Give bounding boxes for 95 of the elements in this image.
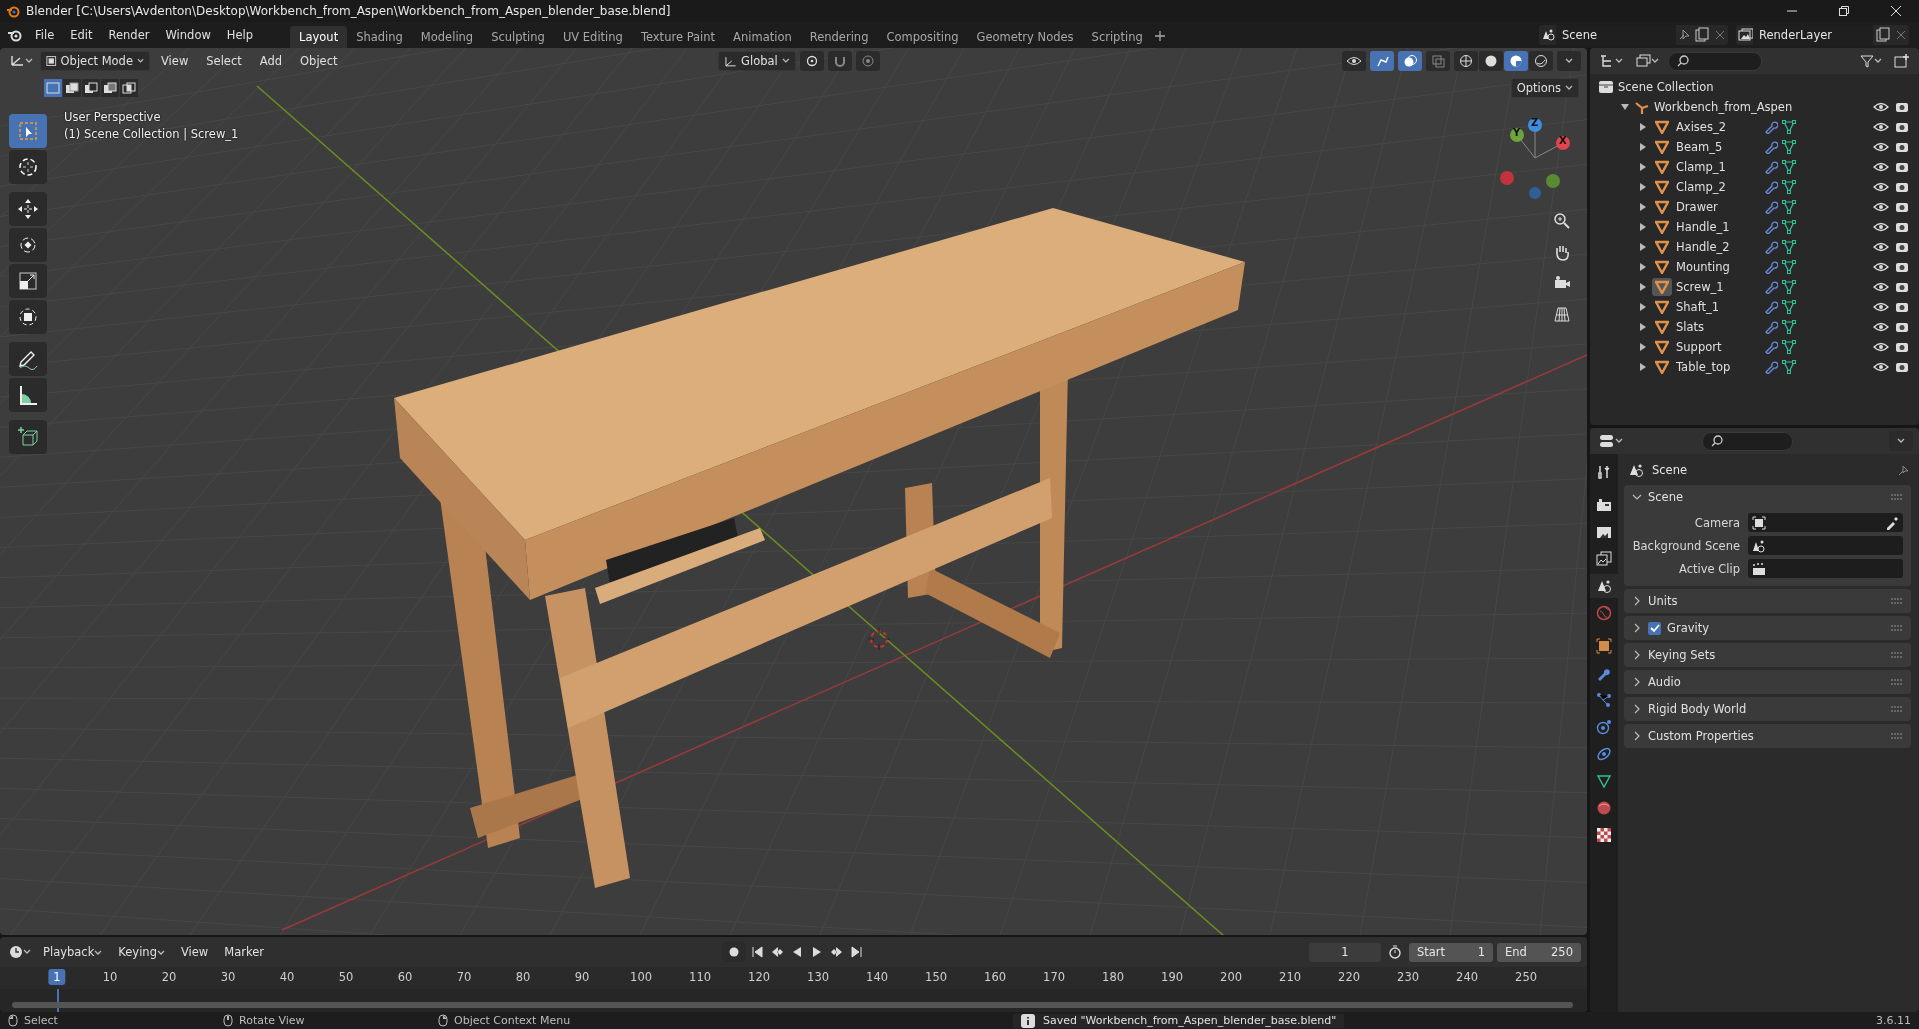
object-name[interactable]: Screw_1 — [1676, 280, 1746, 294]
frame-number: 160 — [984, 970, 1007, 984]
context-name: Scene — [1652, 463, 1689, 477]
frame-number: 60 — [397, 970, 413, 984]
frame-number: 10 — [102, 970, 118, 984]
frame-number: 70 — [456, 970, 472, 984]
axis-label: Z — [1531, 117, 1539, 128]
field-label: Active Clip — [1678, 561, 1740, 576]
axis-label: X — [1559, 135, 1567, 146]
menu-item[interactable]: View — [173, 942, 216, 962]
version-text: 3.6.11 — [1876, 1014, 1911, 1027]
object-name[interactable]: Clamp_1 — [1676, 160, 1746, 174]
object-name[interactable]: Workbench_from_Aspen — [1654, 100, 1793, 114]
workspace-tab[interactable]: Layout — [290, 26, 348, 48]
panel-header[interactable]: Gravity — [1624, 616, 1911, 640]
menu-item[interactable]: Playback — [36, 942, 110, 962]
workspace-tab[interactable]: Scripting — [1082, 26, 1152, 48]
object-name[interactable]: Mounting — [1676, 260, 1746, 274]
menu-item[interactable]: View — [154, 51, 196, 71]
frame-number: 200 — [1220, 970, 1243, 984]
frame-number: 120 — [748, 970, 771, 984]
scene-selector[interactable]: Scene — [1539, 25, 1728, 45]
workspace-tab[interactable]: Texture Paint — [631, 26, 725, 48]
object-name[interactable]: Handle_1 — [1676, 220, 1746, 234]
frame-number: 210 — [1279, 970, 1302, 984]
frame-number: 30 — [220, 970, 236, 984]
menu-item[interactable]: Help — [219, 25, 261, 45]
axis-label: Y — [1513, 127, 1521, 138]
menu-item[interactable]: Add — [252, 51, 290, 71]
frame-number: 190 — [1161, 970, 1184, 984]
mode-dropdown[interactable]: Object Mode — [40, 51, 150, 71]
status-message: Saved "Workbench_from_Aspen_blender_base.blend" — [1013, 1013, 1345, 1028]
frame-number: 20 — [161, 970, 177, 984]
object-name[interactable]: Axises_2 — [1676, 120, 1746, 134]
current-frame-field[interactable]: 1 — [1309, 942, 1381, 962]
frame-number: 130 — [807, 970, 830, 984]
panel-header[interactable]: Audio — [1624, 670, 1911, 694]
collection-name[interactable]: Scene Collection — [1618, 80, 1714, 94]
workspace-tab[interactable]: Rendering — [800, 26, 878, 48]
window-title: Blender [C:\Users\Avdenton\Desktop\Workbench_from_Aspen\Workbench_from_Aspen_blender_base.blend] — [26, 4, 672, 18]
status-hint: Rotate View — [239, 1014, 305, 1027]
frame-number: 250 — [1515, 970, 1538, 984]
frame-number: 90 — [574, 970, 590, 984]
object-name[interactable]: Clamp_2 — [1676, 180, 1746, 194]
field-label: Background Scene — [1631, 538, 1740, 553]
frame-number: 110 — [689, 970, 712, 984]
start-frame-field[interactable]: Start 1 — [1409, 942, 1493, 962]
menu-item[interactable]: Keying — [111, 942, 172, 962]
workspace-tab[interactable]: Sculpting — [482, 26, 554, 48]
frame-number: 170 — [1043, 970, 1066, 984]
workspace-tab[interactable]: Compositing — [877, 26, 968, 48]
menu-item[interactable]: Object — [293, 51, 345, 71]
frame-number: 180 — [1102, 970, 1125, 984]
panel-header[interactable]: Units — [1624, 589, 1911, 613]
workspace-tab[interactable]: UV Editing — [553, 26, 632, 48]
frame-number: 230 — [1397, 970, 1420, 984]
panel-header[interactable]: Custom Properties — [1624, 724, 1911, 748]
orientation-dropdown[interactable]: Global — [717, 51, 796, 71]
object-name[interactable]: Handle_2 — [1676, 240, 1746, 254]
menu-item[interactable]: Window — [158, 25, 218, 45]
frame-number: 80 — [515, 970, 531, 984]
status-hint: Object Context Menu — [454, 1014, 571, 1027]
options-dropdown[interactable]: Options — [1510, 78, 1579, 98]
viewport-info-text: (1) Scene Collection | Screw_1 — [64, 127, 239, 141]
object-name[interactable]: Drawer — [1676, 200, 1746, 214]
viewport-info-text: User Perspective — [64, 110, 162, 124]
view-layer-selector[interactable]: RenderLayer — [1736, 25, 1909, 45]
end-frame-field[interactable]: End 250 — [1497, 942, 1581, 962]
panel-header[interactable]: Rigid Body World — [1624, 697, 1911, 721]
menu-item[interactable]: Render — [101, 25, 157, 45]
workspace-tab[interactable]: Shading — [347, 26, 412, 48]
frame-number: 240 — [1456, 970, 1479, 984]
workspace-tab[interactable]: Animation — [724, 26, 801, 48]
object-name[interactable]: Shaft_1 — [1676, 300, 1746, 314]
frame-number: 100 — [630, 970, 653, 984]
workspace-tab[interactable]: Geometry Nodes — [967, 26, 1083, 48]
frame-number: 40 — [279, 970, 295, 984]
frame-number: 50 — [338, 970, 354, 984]
playhead-marker[interactable]: 1 — [48, 969, 66, 985]
menu-item[interactable]: Marker — [217, 942, 271, 962]
panel-header[interactable]: Keying Sets — [1624, 643, 1911, 667]
field-label: Camera — [1693, 515, 1740, 530]
frame-number: 150 — [925, 970, 948, 984]
workspace-tab[interactable]: Modeling — [411, 26, 483, 48]
menu-item[interactable]: File — [28, 25, 62, 45]
menu-item[interactable]: Select — [199, 51, 249, 71]
object-name[interactable]: Beam_5 — [1676, 140, 1746, 154]
frame-number: 140 — [866, 970, 889, 984]
menu-item[interactable]: Edit — [63, 25, 100, 45]
object-name[interactable]: Support — [1676, 340, 1746, 354]
object-name[interactable]: Slats — [1676, 320, 1746, 334]
status-hint: Select — [24, 1014, 58, 1027]
object-name[interactable]: Table_top — [1676, 360, 1746, 374]
frame-number: 220 — [1338, 970, 1361, 984]
panel-header[interactable]: Scene — [1624, 485, 1911, 509]
